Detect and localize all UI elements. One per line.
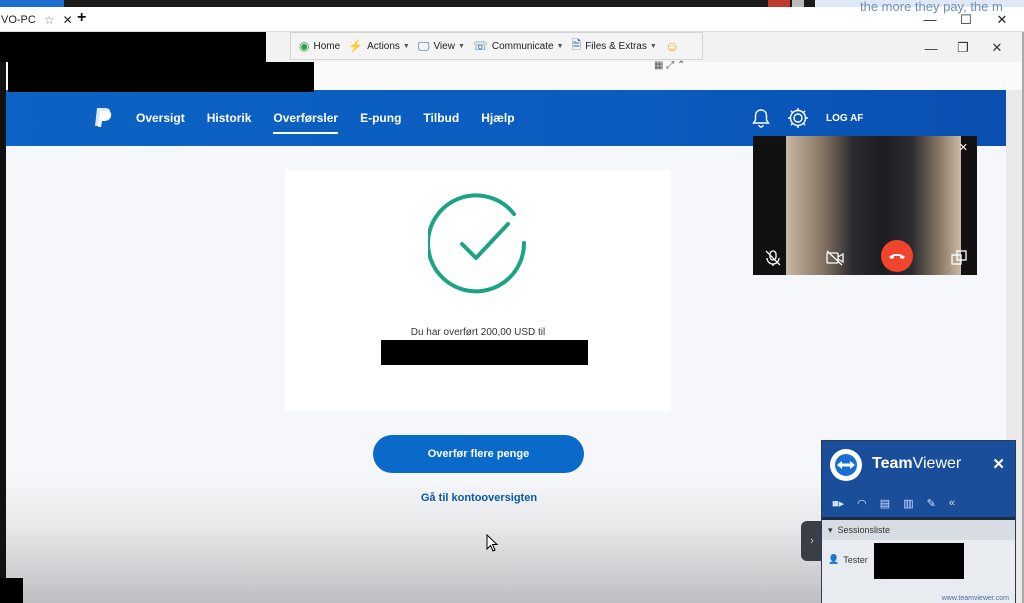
close-window-icon[interactable]: ✕: [984, 7, 1020, 32]
tv-actions-button[interactable]: ⚡ Actions ▼: [348, 39, 410, 53]
monitor-icon: 🖵: [417, 38, 430, 53]
teamviewer-panel: TeamViewer ✕ ■▸ ◠ ▤ ▥ ✎ « ▾ Sessionslist…: [821, 440, 1016, 603]
files-icon: 🗎: [571, 37, 582, 52]
gear-icon[interactable]: [786, 106, 810, 130]
nav-tilbud[interactable]: Tilbud: [423, 111, 459, 125]
tv-home-button[interactable]: ◉ Home: [299, 39, 340, 53]
minimize-icon[interactable]: —: [912, 7, 948, 32]
tv-session-header[interactable]: ▾ Sessionsliste: [822, 520, 1015, 540]
outer-window-titlebar: the more they pay, the m VO-PC ☆ ✕ + — ☐…: [0, 0, 1024, 32]
tv-communicate-label: Communicate: [491, 40, 554, 52]
maximize-icon[interactable]: ☐: [948, 7, 984, 32]
inner-close-icon[interactable]: ✕: [982, 38, 1012, 58]
mouse-cursor-icon: [486, 534, 498, 552]
left-border: [0, 32, 6, 603]
redacted-corner: [0, 578, 23, 603]
new-tab-icon[interactable]: +: [77, 9, 86, 27]
redacted-recipient: [381, 340, 588, 365]
close-video-icon[interactable]: ✕: [959, 141, 968, 154]
paypal-nav: Oversigt Historik Overførsler E-pung Til…: [136, 90, 537, 146]
taskbar-active-strip: [0, 0, 64, 7]
nav-e-pung[interactable]: E-pung: [360, 111, 401, 125]
chevron-down-icon: ▼: [649, 42, 657, 50]
tv-view-label: View: [433, 40, 455, 52]
bell-icon[interactable]: [750, 107, 772, 129]
teamviewer-toolbar: ◉ Home ⚡ Actions ▼ 🖵 View ▼ ☏ Communicat…: [290, 32, 703, 60]
success-message: Du har overført 200,00 USD til: [410, 327, 546, 338]
chevron-down-icon: ▼: [556, 42, 564, 50]
nav-overforsler[interactable]: Overførsler: [273, 111, 338, 134]
success-check-icon: [428, 193, 527, 294]
success-card: Du har overført 200,00 USD til: [285, 170, 671, 411]
headset-icon[interactable]: ◠: [857, 497, 867, 510]
redacted-session-user: [874, 543, 964, 579]
logout-link[interactable]: LOG AF: [826, 113, 863, 124]
pen-icon[interactable]: ✎: [927, 497, 936, 510]
tv-panel-actions: ■▸ ◠ ▤ ▥ ✎ «: [822, 489, 1015, 517]
redacted-tab-area: [0, 32, 266, 62]
paypal-logo-icon[interactable]: [92, 106, 114, 130]
home-icon: ◉: [299, 39, 310, 53]
tv-title-bold: Team: [872, 455, 913, 472]
popout-icon[interactable]: [945, 244, 973, 272]
close-tab-icon[interactable]: ✕: [63, 13, 73, 27]
teamviewer-logo-icon: [830, 449, 862, 481]
inner-minimize-icon[interactable]: —: [916, 38, 946, 58]
tv-home-label: Home: [313, 40, 341, 52]
tv-actions-label: Actions: [367, 40, 400, 52]
inner-restore-icon[interactable]: ❐: [948, 38, 978, 58]
hang-up-icon: [889, 254, 905, 259]
tv-files-label: Files & Extras: [585, 40, 647, 52]
chevron-down-icon: ▾: [828, 524, 833, 535]
star-icon[interactable]: ☆: [44, 13, 55, 27]
taskbar-close-strip: [768, 0, 790, 7]
video-icon[interactable]: ■▸: [832, 497, 844, 510]
nav-oversigt[interactable]: Oversigt: [136, 111, 185, 125]
video-call-window[interactable]: ✕: [753, 136, 977, 275]
files-icon[interactable]: ▥: [903, 497, 913, 510]
phone-icon: ☏: [472, 39, 488, 53]
tv-website-link[interactable]: www.teamviewer.com: [942, 595, 1009, 602]
lightning-icon: ⚡: [348, 39, 364, 53]
nav-historik[interactable]: Historik: [207, 111, 252, 125]
camera-off-icon[interactable]: [821, 244, 849, 272]
tv-smiley-button[interactable]: ☺: [665, 38, 683, 54]
tv-panel-header: TeamViewer ✕: [822, 441, 1015, 489]
nav-hjaelp[interactable]: Hjælp: [481, 111, 514, 125]
screen: the more they pay, the m VO-PC ☆ ✕ + — ☐…: [0, 0, 1024, 603]
chevron-down-icon: ▼: [402, 42, 410, 50]
outer-tab[interactable]: VO-PC ☆ ✕: [0, 7, 73, 32]
collapse-icon[interactable]: «: [949, 497, 955, 509]
tv-title-regular: Viewer: [912, 455, 962, 472]
end-call-button[interactable]: [881, 240, 913, 272]
tv-session-row[interactable]: 👤 Tester: [828, 554, 868, 565]
mute-mic-icon[interactable]: [759, 244, 787, 272]
tv-title: TeamViewer: [872, 455, 961, 473]
redacted-url: [8, 62, 314, 92]
chat-icon[interactable]: ▤: [880, 497, 890, 510]
tv-toolbar-collapse-icon[interactable]: ▦ ⤢ ⌃: [654, 60, 685, 71]
tv-close-icon[interactable]: ✕: [992, 455, 1005, 473]
chevron-down-icon: ▼: [457, 42, 465, 50]
tv-panel-expand-icon[interactable]: ›: [801, 521, 823, 561]
smiley-icon: ☺: [664, 38, 680, 54]
video-feed: [786, 136, 961, 275]
account-overview-link[interactable]: Gå til kontooversigten: [0, 492, 958, 504]
tv-session-name: Tester: [843, 554, 868, 565]
tv-view-button[interactable]: 🖵 View ▼: [418, 39, 465, 54]
transfer-more-button[interactable]: Overfør flere penge: [373, 435, 584, 473]
tv-communicate-button[interactable]: ☏ Communicate ▼: [473, 39, 564, 53]
tv-files-button[interactable]: 🗎 Files & Extras ▼: [572, 36, 657, 57]
outer-tab-name: VO-PC: [1, 13, 36, 26]
user-icon: 👤: [828, 554, 840, 564]
taskbar-strip-gray: [792, 0, 804, 7]
tv-session-header-label: Sessionsliste: [837, 525, 891, 535]
